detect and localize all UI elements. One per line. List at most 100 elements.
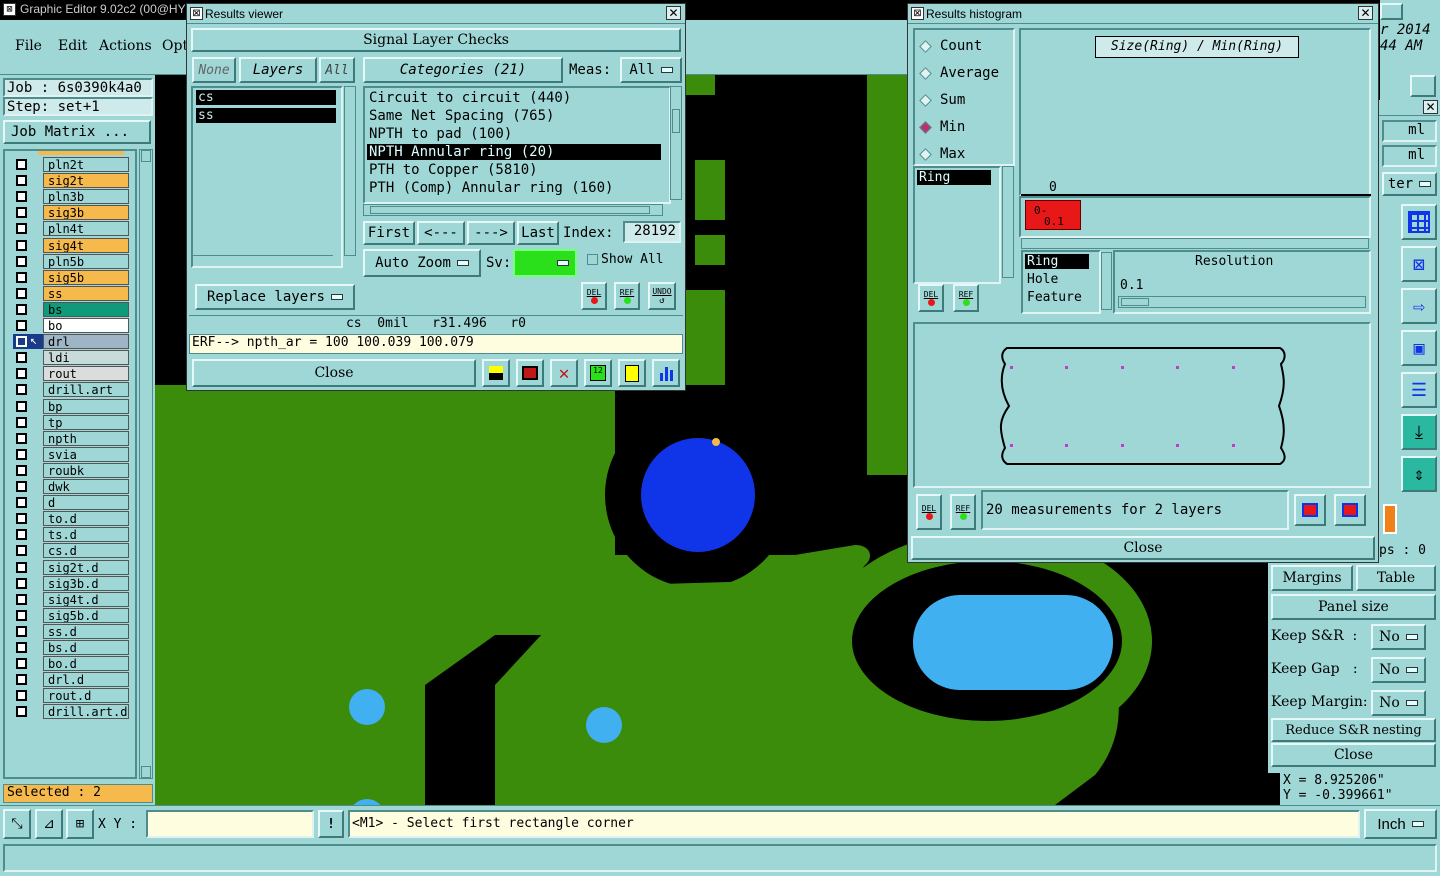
close-icon[interactable]: ✕ <box>1423 100 1438 114</box>
layer-name[interactable]: svia <box>43 446 129 462</box>
histogram-close-button[interactable]: Close <box>911 536 1375 560</box>
scroll-down-arrow[interactable] <box>141 766 151 778</box>
layer-checkbox[interactable] <box>16 513 27 525</box>
category-item[interactable]: Circuit to circuit (440) <box>367 90 661 106</box>
layer-name[interactable]: pln3b <box>43 189 129 205</box>
ref-button[interactable]: REF <box>614 282 640 310</box>
layer-name[interactable]: pln5b <box>43 253 129 269</box>
layer-checkbox[interactable] <box>16 368 27 380</box>
auto-zoom-dropdown[interactable]: Auto Zoom <box>363 249 481 277</box>
hist-del-button-1[interactable]: DEL <box>918 284 944 312</box>
close-icon[interactable]: ✕ <box>666 6 681 20</box>
layer-name[interactable]: bo <box>43 318 129 333</box>
layer-checkbox[interactable] <box>16 545 27 557</box>
layer-row-sig3b-d[interactable]: sig3b.d <box>13 575 129 591</box>
layer-row-roubk[interactable]: roubk <box>13 462 129 478</box>
category-result-list[interactable]: Circuit to circuit (440) Same Net Spacing… <box>363 86 671 204</box>
layer-name[interactable]: sig4t.d <box>43 591 129 607</box>
layer-row-cs-d[interactable]: cs.d <box>13 543 129 559</box>
layer-checkbox[interactable] <box>16 706 27 718</box>
layer-name[interactable]: to.d <box>43 511 129 527</box>
radio-min[interactable]: Min <box>919 117 965 137</box>
results-viewer-titlebar[interactable]: ⊠ Results viewer ✕ <box>187 4 685 24</box>
layer-row-pln5b[interactable]: pln5b <box>13 253 129 269</box>
histogram-bar[interactable]: 0- 0.1 <box>1025 200 1081 230</box>
layer-row-sig5b-d[interactable]: sig5b.d <box>13 607 129 623</box>
layer-row-bs-d[interactable]: bs.d <box>13 640 129 655</box>
layer-name[interactable]: sig5b <box>43 269 129 285</box>
layer-name[interactable]: dwk <box>43 479 129 494</box>
resolution-slider[interactable] <box>1118 296 1366 308</box>
layer-list-vscroll[interactable] <box>344 86 356 256</box>
layer-checkbox[interactable] <box>16 207 27 219</box>
show-all-checkbox[interactable] <box>587 254 598 265</box>
layer-row-sig2t[interactable]: sig2t <box>13 173 129 189</box>
layer-checkbox[interactable] <box>16 271 27 283</box>
panel-size-button[interactable]: Panel size <box>1271 594 1436 620</box>
layer-row-sig5b[interactable]: sig5b <box>13 269 129 285</box>
index-field[interactable]: 28192 <box>623 221 681 243</box>
layer-name[interactable]: cs.d <box>43 543 129 559</box>
none-button[interactable]: None <box>192 57 236 83</box>
menu-actions[interactable]: Actions <box>99 38 152 54</box>
top-right-button[interactable] <box>1380 3 1403 20</box>
top-right-button-2[interactable] <box>1410 75 1436 97</box>
layer-name[interactable]: drl.d <box>43 672 129 688</box>
numeric-tool-icon[interactable]: 12 <box>584 359 612 387</box>
layer-row-sig4t-d[interactable]: sig4t.d <box>13 591 129 607</box>
down-tool-button[interactable]: ⤓ <box>1401 414 1437 450</box>
layer-list-hscroll[interactable] <box>193 255 333 266</box>
layer-name[interactable]: npth <box>43 430 129 446</box>
layer-checkbox[interactable] <box>16 481 27 492</box>
scroll-thumb[interactable] <box>672 109 680 133</box>
layer-row-pln3b[interactable]: pln3b <box>13 189 129 205</box>
grid-tool-button[interactable] <box>1401 204 1437 240</box>
menu-edit[interactable]: Edit <box>58 38 87 54</box>
layer-tool-icon[interactable] <box>482 359 510 387</box>
del-button[interactable]: DEL <box>581 282 607 310</box>
layer-list[interactable]: pln2t sig2t pln3b sig3b pln4t sig4t pln5b sig5b… <box>3 149 137 779</box>
cross-tool-button[interactable]: ⊠ <box>1401 246 1437 282</box>
histogram-titlebar[interactable]: ⊠ Results histogram ✕ <box>908 4 1378 24</box>
layer-checkbox[interactable] <box>16 464 27 476</box>
layer-checkbox[interactable] <box>16 175 27 187</box>
histogram-hscroll[interactable] <box>1021 238 1369 249</box>
color-tool-icon[interactable] <box>516 359 544 387</box>
layer-name[interactable]: sig5b.d <box>43 607 129 623</box>
zoom-tool-button[interactable]: ⤡ <box>3 809 31 839</box>
layer-row-tp[interactable]: tp <box>13 414 129 430</box>
layer-row-bo[interactable]: bo <box>13 318 129 333</box>
layer-checkbox[interactable] <box>16 336 27 348</box>
radio-max[interactable]: Max <box>919 144 965 164</box>
layer-row-d[interactable]: d <box>13 495 129 511</box>
histogram-tool-icon[interactable] <box>652 359 680 387</box>
layer-checkbox[interactable] <box>16 642 27 653</box>
layer-row-ts-d[interactable]: ts.d <box>13 527 129 543</box>
layer-name[interactable]: sig4t <box>43 237 129 253</box>
layer-row-bp[interactable]: bp <box>13 398 129 414</box>
layer-checkbox[interactable] <box>16 159 27 170</box>
hist-ref-button-2[interactable]: REF <box>950 494 976 530</box>
keep-margin-dropdown[interactable]: No <box>1371 690 1426 716</box>
keep-gap-dropdown[interactable]: No <box>1371 657 1426 683</box>
layer-name[interactable]: rout.d <box>43 688 129 704</box>
units-dropdown[interactable]: Inch <box>1364 809 1437 839</box>
export-button-2[interactable] <box>1334 494 1366 526</box>
all-layers-button[interactable]: All <box>319 57 355 83</box>
layer-row-sig3b[interactable]: sig3b <box>13 205 129 221</box>
layer-name[interactable]: bo.d <box>43 656 129 672</box>
layer-name[interactable]: ss <box>43 285 129 301</box>
export-tool-button[interactable]: ⇨ <box>1401 288 1437 324</box>
ml-field-2[interactable]: ml <box>1382 145 1437 167</box>
category-item[interactable]: NPTH to pad (100) <box>367 126 661 142</box>
layer-row-rout-d[interactable]: rout.d <box>13 688 129 704</box>
layer-row-ss-d[interactable]: ss.d <box>13 623 129 639</box>
layer-name[interactable]: d <box>43 495 129 511</box>
layer-checkbox[interactable] <box>16 674 27 686</box>
layer-checkbox[interactable] <box>16 384 27 396</box>
attribute-list[interactable]: Ring Hole Feature <box>1021 250 1101 314</box>
last-button[interactable]: Last <box>517 221 559 245</box>
layer-checkbox[interactable] <box>16 416 27 428</box>
layer-name[interactable]: sig2t.d <box>43 559 129 575</box>
layer-checkbox[interactable] <box>16 239 27 251</box>
